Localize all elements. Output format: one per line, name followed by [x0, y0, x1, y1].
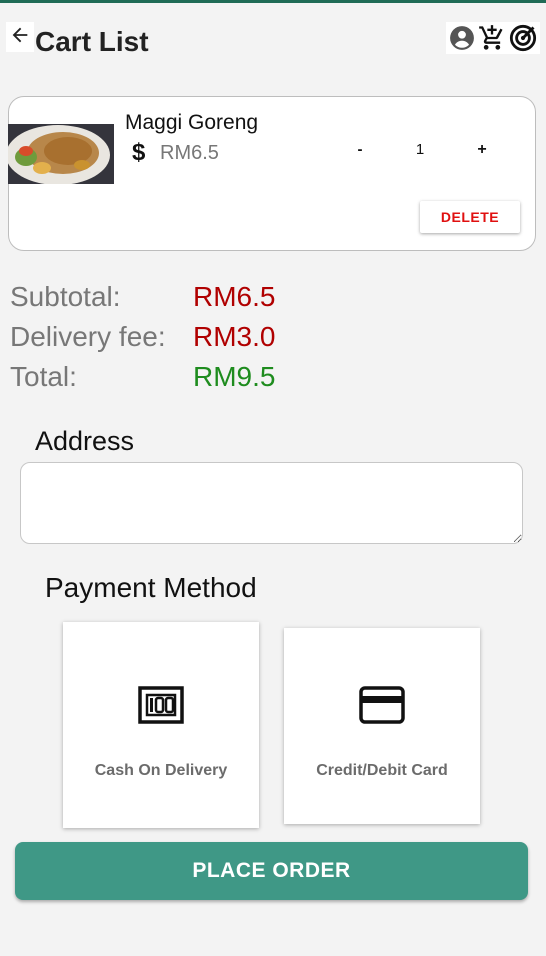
decrease-quantity-button[interactable]: - — [349, 137, 371, 163]
back-button[interactable] — [6, 22, 34, 52]
address-input[interactable] — [20, 462, 523, 544]
header-actions — [446, 22, 540, 54]
place-order-button[interactable]: PLACE ORDER — [15, 842, 528, 900]
radar-icon[interactable] — [509, 24, 537, 52]
app-header: Cart List — [0, 20, 546, 70]
food-image — [8, 124, 114, 184]
cart-item-card: Maggi Goreng $ RM6.5 - 1 + DELETE — [8, 96, 536, 251]
page-title: Cart List — [35, 26, 149, 57]
item-name: Maggi Goreng — [125, 111, 259, 134]
credit-debit-card-label: Credit/Debit Card — [316, 762, 448, 779]
increase-quantity-button[interactable]: + — [471, 137, 493, 163]
arrow-left-icon — [9, 24, 31, 51]
address-label: Address — [35, 426, 135, 456]
cash-icon — [138, 686, 184, 729]
total-value: RM9.5 — [193, 361, 276, 392]
delete-button[interactable]: DELETE — [420, 201, 520, 233]
add-to-cart-icon[interactable] — [478, 24, 506, 52]
credit-debit-card-option[interactable]: Credit/Debit Card — [284, 628, 480, 824]
item-price: RM6.5 — [160, 142, 219, 164]
total-label: Total: — [10, 361, 77, 392]
account-circle-icon[interactable] — [449, 25, 475, 51]
quantity-value: 1 — [415, 141, 425, 158]
cash-on-delivery-label: Cash On Delivery — [94, 762, 228, 779]
status-accent-line — [0, 0, 546, 3]
payment-method-label: Payment Method — [45, 572, 257, 603]
subtotal-value: RM6.5 — [193, 281, 276, 312]
credit-card-icon — [359, 686, 405, 729]
delivery-fee-value: RM3.0 — [193, 321, 276, 352]
dollar-icon: $ — [132, 139, 146, 166]
cash-on-delivery-option[interactable]: Cash On Delivery — [63, 622, 259, 828]
subtotal-label: Subtotal: — [10, 281, 121, 312]
delivery-fee-label: Delivery fee: — [10, 321, 166, 352]
